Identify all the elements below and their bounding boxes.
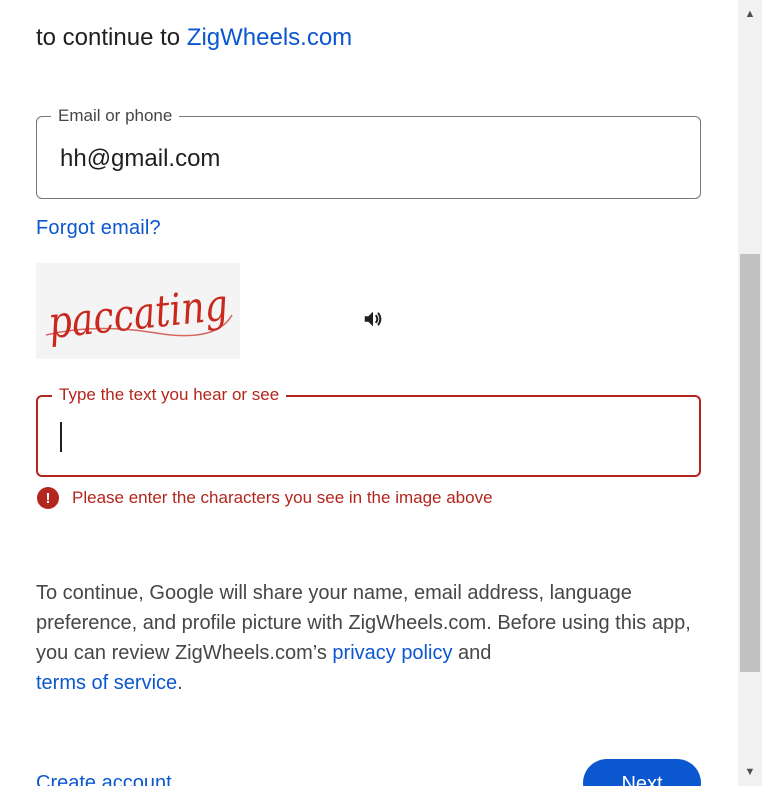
next-button-label: Next — [621, 773, 663, 786]
consent-text: To continue, Google will share your name… — [36, 578, 706, 698]
captcha-error: ! Please enter the characters you see in… — [37, 487, 493, 509]
text-caret — [60, 422, 62, 452]
scrollbar[interactable]: ▲ ▼ — [738, 0, 762, 786]
next-button[interactable]: Next — [583, 759, 701, 786]
error-icon: ! — [37, 487, 59, 509]
scrollbar-thumb[interactable] — [740, 254, 760, 672]
captcha-image: paccating — [36, 263, 240, 359]
forgot-email-link[interactable]: Forgot email? — [36, 217, 161, 240]
continue-prefix: to continue to — [36, 24, 181, 51]
sign-in-page: to continue to ZigWheels.com Email or ph… — [0, 0, 762, 786]
scroll-up-arrow-icon[interactable]: ▲ — [738, 4, 762, 24]
email-field[interactable]: Email or phone hh@gmail.com — [36, 106, 701, 199]
error-message: Please enter the characters you see in t… — [72, 488, 493, 507]
terms-of-service-link[interactable]: terms of service — [36, 672, 177, 694]
scroll-down-arrow-icon[interactable]: ▼ — [738, 762, 762, 782]
consent-text-part-2: and — [452, 642, 492, 664]
privacy-policy-link[interactable]: privacy policy — [332, 642, 452, 664]
captcha-input-label: Type the text you hear or see — [52, 385, 287, 405]
consent-text-part-3: . — [177, 672, 183, 694]
app-name-link[interactable]: ZigWheels.com — [187, 24, 352, 51]
create-account-link[interactable]: Create account — [36, 772, 172, 786]
email-field-label: Email or phone — [51, 106, 180, 126]
continue-to-line: to continue to ZigWheels.com — [36, 24, 352, 52]
email-field-value[interactable]: hh@gmail.com — [60, 145, 220, 173]
captcha-input[interactable]: Type the text you hear or see — [36, 385, 701, 477]
speaker-icon[interactable] — [356, 302, 390, 336]
